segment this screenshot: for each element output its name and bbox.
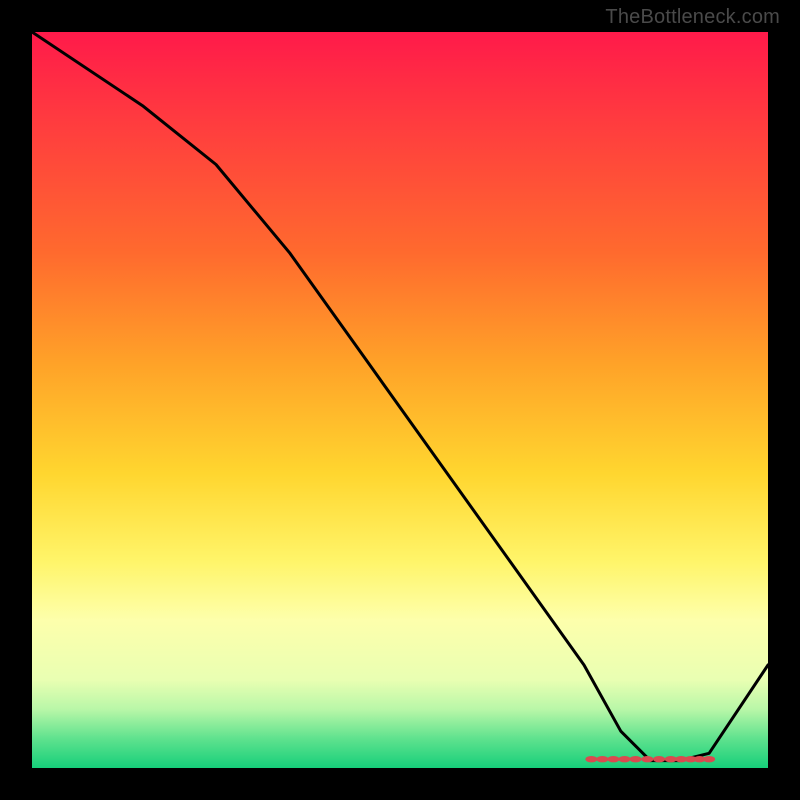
chart-stage: TheBottleneck.com	[0, 0, 800, 800]
optimal-marker	[619, 756, 631, 762]
optimal-marker	[630, 756, 642, 762]
optimal-marker	[665, 756, 677, 762]
optimal-marker	[641, 756, 653, 762]
optimal-marker	[653, 756, 665, 762]
bottleneck-curve	[32, 32, 768, 761]
watermark-text: TheBottleneck.com	[605, 6, 780, 29]
chart-overlay	[32, 32, 768, 768]
optimal-marker	[596, 756, 608, 762]
optimal-marker	[607, 756, 619, 762]
optimal-marker	[703, 756, 715, 762]
optimal-range-markers	[585, 756, 715, 762]
plot-area	[32, 32, 768, 768]
optimal-marker	[585, 756, 597, 762]
